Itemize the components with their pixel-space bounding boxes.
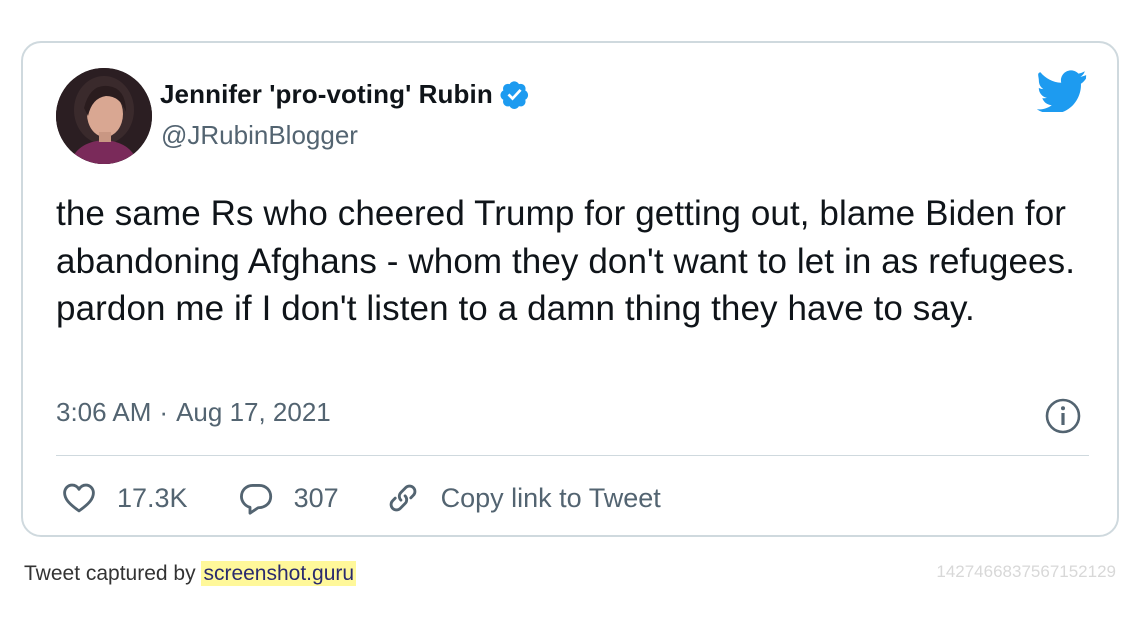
author-handle[interactable]: @JRubinBlogger: [161, 120, 358, 151]
author-row: Jennifer 'pro-voting' Rubin: [160, 77, 530, 111]
twitter-bird-icon[interactable]: [1036, 70, 1087, 114]
reply-count: 307: [293, 482, 339, 513]
tweet-timestamp[interactable]: 3:06 AM · Aug 17, 2021: [56, 397, 331, 428]
tweet-actions: 17.3K 307 Copy link to Tweet: [61, 478, 661, 518]
copy-link-label: Copy link to Tweet: [440, 482, 661, 513]
tweet-date: Aug 17, 2021: [176, 397, 331, 427]
captured-by-text: Tweet captured by: [24, 562, 196, 585]
capture-credit: Tweet captured by screenshot.guru: [24, 561, 357, 586]
heart-icon: [63, 483, 95, 513]
like-count: 17.3K: [117, 482, 188, 513]
info-icon[interactable]: [1044, 397, 1082, 435]
author-name[interactable]: Jennifer 'pro-voting' Rubin: [160, 79, 493, 110]
avatar[interactable]: [56, 68, 152, 164]
verified-badge-icon: [499, 79, 530, 110]
screenshot-guru-link[interactable]: screenshot.guru: [201, 561, 357, 586]
tweet-text: the same Rs who cheered Trump for gettin…: [56, 194, 1076, 328]
copy-link-button[interactable]: Copy link to Tweet: [385, 480, 661, 516]
reply-button[interactable]: 307: [238, 480, 339, 516]
link-icon: [389, 484, 416, 512]
tweet-card: Jennifer 'pro-voting' Rubin @JRubinBlogg…: [21, 41, 1119, 537]
timestamp-separator: ·: [159, 397, 169, 427]
like-button[interactable]: 17.3K: [61, 480, 188, 516]
reply-bubble-icon: [239, 483, 272, 515]
divider: [56, 455, 1089, 456]
tweet-time: 3:06 AM: [56, 397, 152, 427]
tweet-id: 1427466837567152129: [936, 562, 1116, 581]
